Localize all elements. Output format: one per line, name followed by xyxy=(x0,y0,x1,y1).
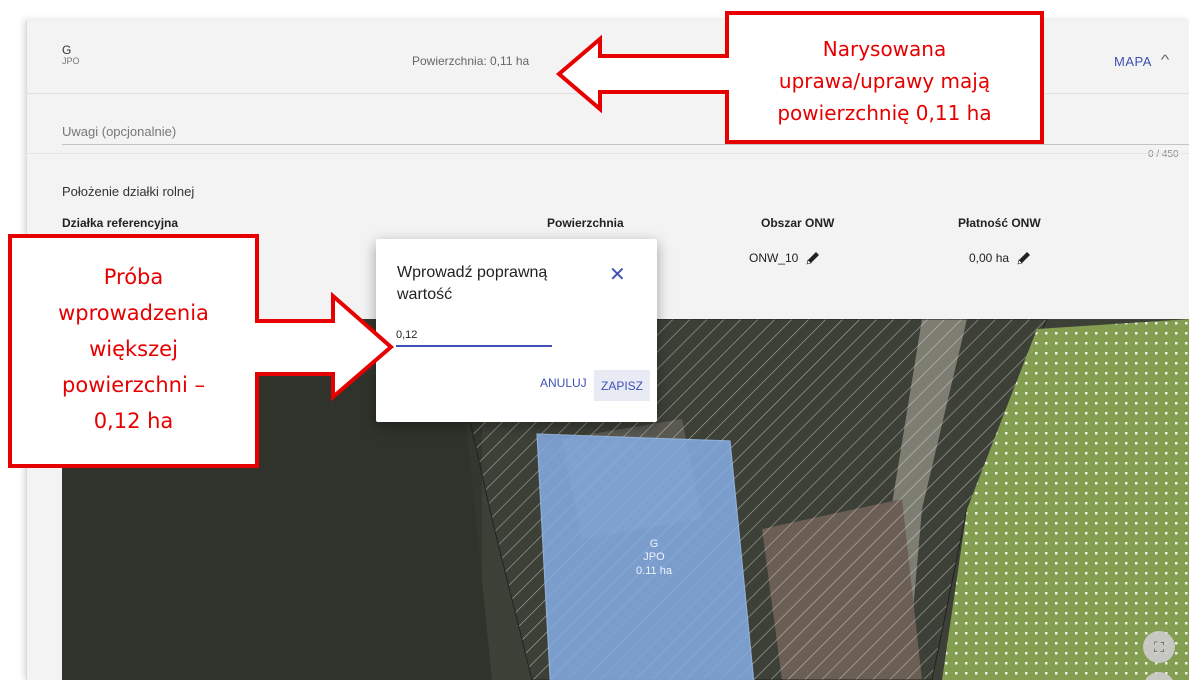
callout-right-text: Narysowana uprawa/uprawy mają powierzchn… xyxy=(727,33,1042,129)
callout-left-line: 0,12 ha xyxy=(93,409,174,433)
callout-left-text: Próba wprowadzenia większej powierzchni … xyxy=(10,259,257,439)
callout-right-line: powierzchnię 0,11 ha xyxy=(777,101,992,125)
callout-left-line: wprowadzenia xyxy=(58,301,209,325)
callout-right-line: Narysowana xyxy=(822,37,947,61)
callout-left-line: większej xyxy=(89,337,178,361)
callout-right-line: uprawa/uprawy mają xyxy=(778,69,991,93)
callout-left-line: Próba xyxy=(103,265,164,289)
screenshot: G JPO Powierzchnia: 0,11 ha MAPA ^ 0 / 4… xyxy=(0,0,1189,680)
callout-left-line: powierzchni – xyxy=(62,373,205,397)
